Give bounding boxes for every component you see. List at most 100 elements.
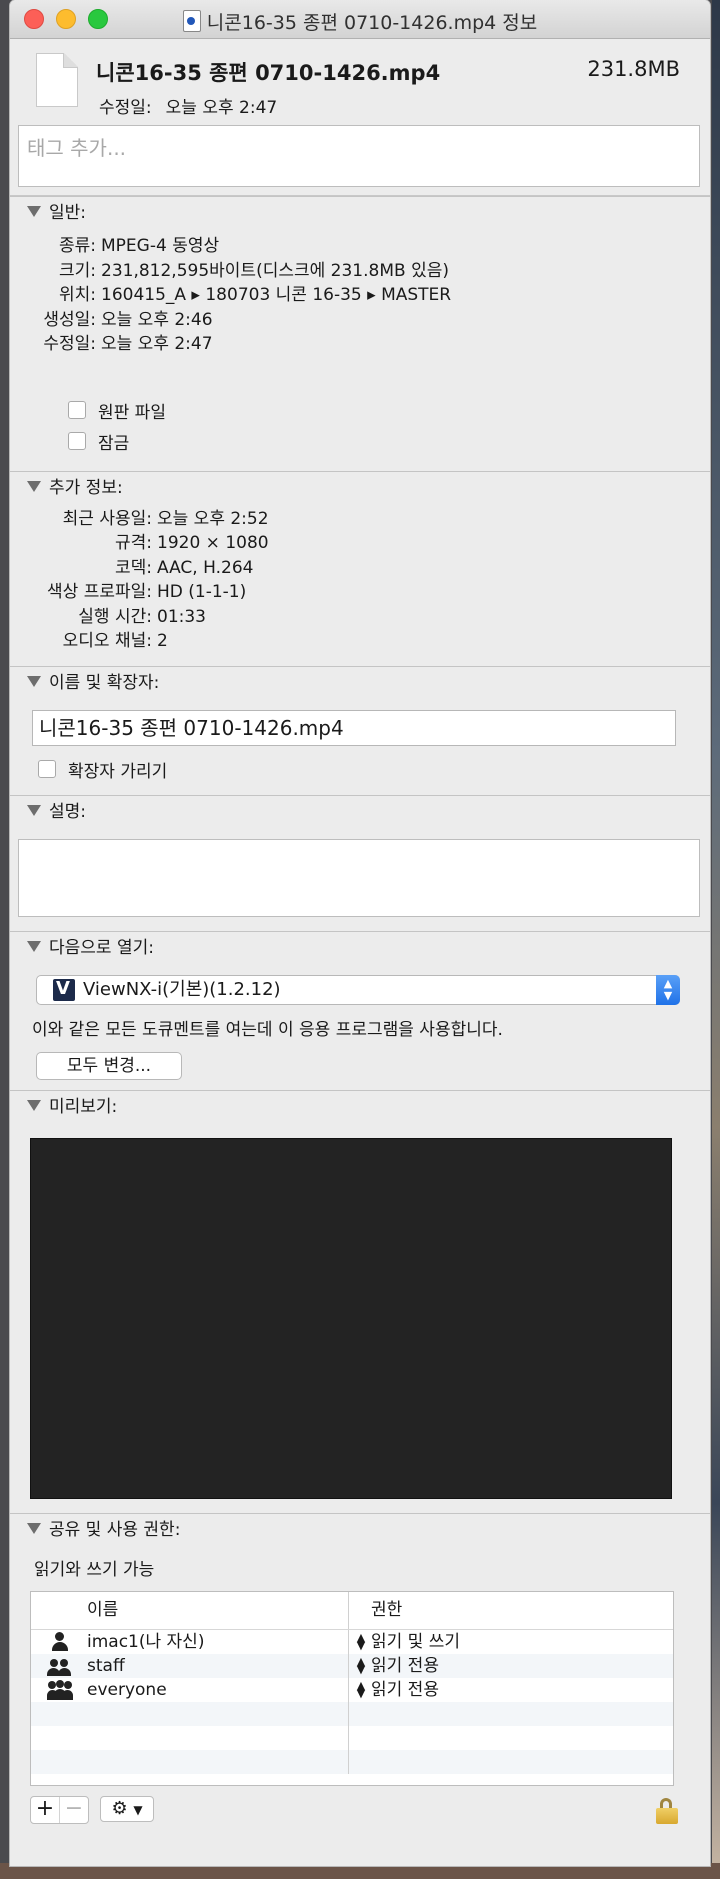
permissions-table: 이름 권한 imac1(나 자신) ▲ ▼ 읽기 및 쓰기 staff ▲ ▼ 읽기 [30,1590,674,1786]
info-value: 01:33 [157,606,206,627]
tags-field[interactable]: 태그 추가... [18,125,700,187]
updown-chevron-icon[interactable]: ▲ ▼ [355,1680,367,1699]
disclosure-triangle-icon[interactable] [27,1522,41,1534]
everyone-icon [47,1679,73,1700]
title-bar[interactable]: 니콘16-35 종편 0710-1426.mp4 정보 [10,0,710,39]
info-value: 오늘 오후 2:46 [101,309,213,330]
hide-extension-label: 확장자 가리기 [68,761,168,782]
info-row: 코덱: AAC, H.264 [10,556,710,581]
permissions-toolbar: + − ⚙ ▼ [30,1786,710,1830]
modified-line: 수정일: 오늘 오후 2:47 [99,93,277,118]
modified-value: 오늘 오후 2:47 [165,98,278,118]
column-name-header[interactable]: 이름 [31,1591,349,1629]
section-sharing-title: 공유 및 사용 권한: [49,1519,181,1540]
updown-chevron-icon[interactable]: ▲ ▼ [355,1632,367,1651]
info-row: 크기: 231,812,595바이트(디스크에 231.8MB 있음) [10,259,710,284]
info-value: 오늘 오후 2:47 [101,334,213,354]
section-open-with-header[interactable]: 다음으로 열기: [10,930,710,965]
info-value: MPEG-4 동영상 [101,236,220,256]
info-key: 종류: [58,236,96,256]
general-options: 원판 파일 잠금 [10,357,710,471]
info-value: 231,812,595바이트(디스크에 231.8MB 있음) [101,260,449,281]
single-user-icon [47,1631,73,1652]
info-key: 최근 사용일: [62,508,152,529]
disclosure-triangle-icon[interactable] [27,480,41,492]
disclosure-triangle-icon[interactable] [27,206,41,217]
stationery-label: 원판 파일 [98,402,166,423]
window-title: 니콘16-35 종편 0710-1426.mp4 정보 [10,8,710,35]
add-remove-segment: + − [30,1795,89,1824]
comments-field[interactable] [18,838,700,917]
permission-status: 읽기와 쓰기 가능 [34,1559,155,1580]
table-row[interactable]: everyone ▲ ▼ 읽기 전용 [31,1677,673,1702]
privilege-value[interactable]: 읽기 전용 [371,1678,439,1702]
stationery-checkbox[interactable]: 원판 파일 [68,395,710,426]
info-row: 색상 프로파일: HD (1-1-1) [10,580,710,605]
gear-icon: ⚙ [111,1797,128,1819]
viewnx-app-icon [53,975,75,1003]
file-name: 니콘16-35 종편 0710-1426.mp4 [96,61,441,85]
info-value: HD (1-1-1) [157,582,247,602]
disclosure-triangle-icon[interactable] [27,1099,41,1111]
popup-chevron-icon[interactable]: ▲ ▼ [656,974,680,1005]
section-preview-title: 미리보기: [49,1096,118,1117]
desktop-background [712,0,720,1879]
user-cell: staff [31,1653,349,1678]
info-key: 오디오 채널: [62,631,152,651]
privilege-value[interactable]: 읽기 및 쓰기 [371,1630,460,1654]
locked-checkbox[interactable]: 잠금 [68,426,710,457]
info-row: 실행 시간: 01:33 [10,605,710,630]
disclosure-triangle-icon[interactable] [27,940,41,952]
locked-label: 잠금 [98,433,130,454]
empty-row [31,1725,673,1750]
info-row: 최근 사용일: 오늘 오후 2:52 [10,507,710,532]
section-name-ext-header[interactable]: 이름 및 확장자: [10,665,710,700]
info-value: 1920 × 1080 [157,533,269,553]
section-comments-title: 설명: [49,801,87,822]
info-value: 오늘 오후 2:52 [157,508,269,529]
info-value: AAC, H.264 [157,557,254,578]
privilege-value[interactable]: 읽기 전용 [371,1654,439,1678]
empty-row [31,1749,673,1774]
more-info: 최근 사용일: 오늘 오후 2:52 규격: 1920 × 1080 코덱: AAC,… [10,505,710,666]
remove-user-button[interactable]: − [59,1796,88,1823]
disclosure-triangle-icon[interactable] [27,804,41,816]
table-row[interactable]: staff ▲ ▼ 읽기 전용 [31,1653,673,1678]
general-info: 종류: MPEG-4 동영상 크기: 231,812,595바이트(디스크에 231… [10,230,710,357]
lock-icon[interactable] [656,1797,680,1824]
section-sharing-header[interactable]: 공유 및 사용 권한: [10,1512,710,1547]
section-comments-header[interactable]: 설명: [10,794,710,829]
disclosure-triangle-icon[interactable] [27,675,41,687]
privilege-cell[interactable]: ▲ ▼ 읽기 전용 [349,1678,439,1702]
application-popup[interactable]: ViewNX-i(기본)(1.2.12) ▲▼ [36,974,680,1005]
action-menu-button[interactable]: ⚙ ▼ [100,1795,154,1822]
checkbox-box[interactable] [38,760,56,778]
user-cell: everyone [31,1677,349,1702]
change-all-button[interactable]: 모두 변경... [36,1051,182,1080]
section-more-info-header[interactable]: 추가 정보: [10,470,710,505]
section-general-title: 일반: [49,203,87,223]
table-header: 이름 권한 [31,1591,673,1630]
info-row: 수정일: 오늘 오후 2:47 [10,332,710,357]
section-general-header[interactable]: 일반: [10,196,710,230]
checkbox-box[interactable] [68,432,86,450]
info-row: 위치: 160415_A ▸ 180703 니콘 16-35 ▸ MASTER [10,283,710,308]
user-cell: imac1(나 자신) [31,1629,349,1654]
hide-extension-checkbox[interactable]: 확장자 가리기 [38,754,710,785]
info-key: 생성일: [43,309,96,330]
section-name-ext-title: 이름 및 확장자: [49,672,160,693]
table-body: imac1(나 자신) ▲ ▼ 읽기 및 쓰기 staff ▲ ▼ 읽기 전용 ev [31,1629,673,1774]
privilege-cell[interactable]: ▲ ▼ 읽기 및 쓰기 [349,1630,460,1654]
info-key: 위치: [58,285,96,305]
table-row[interactable]: imac1(나 자신) ▲ ▼ 읽기 및 쓰기 [31,1629,673,1654]
section-preview-header[interactable]: 미리보기: [10,1089,710,1124]
privilege-cell[interactable]: ▲ ▼ 읽기 전용 [349,1654,439,1678]
updown-chevron-icon[interactable]: ▲ ▼ [355,1656,367,1675]
filename-input[interactable]: 니콘16-35 종편 0710-1426.mp4 [32,709,676,746]
add-user-button[interactable]: + [31,1796,59,1823]
file-size: 231.8MB [587,57,680,81]
file-header: 니콘16-35 종편 0710-1426.mp4 231.8MB 수정일: 오늘 … [10,39,710,125]
file-proxy-icon[interactable] [182,10,201,32]
column-privilege-header[interactable]: 권한 [349,1592,402,1629]
checkbox-box[interactable] [68,401,86,419]
